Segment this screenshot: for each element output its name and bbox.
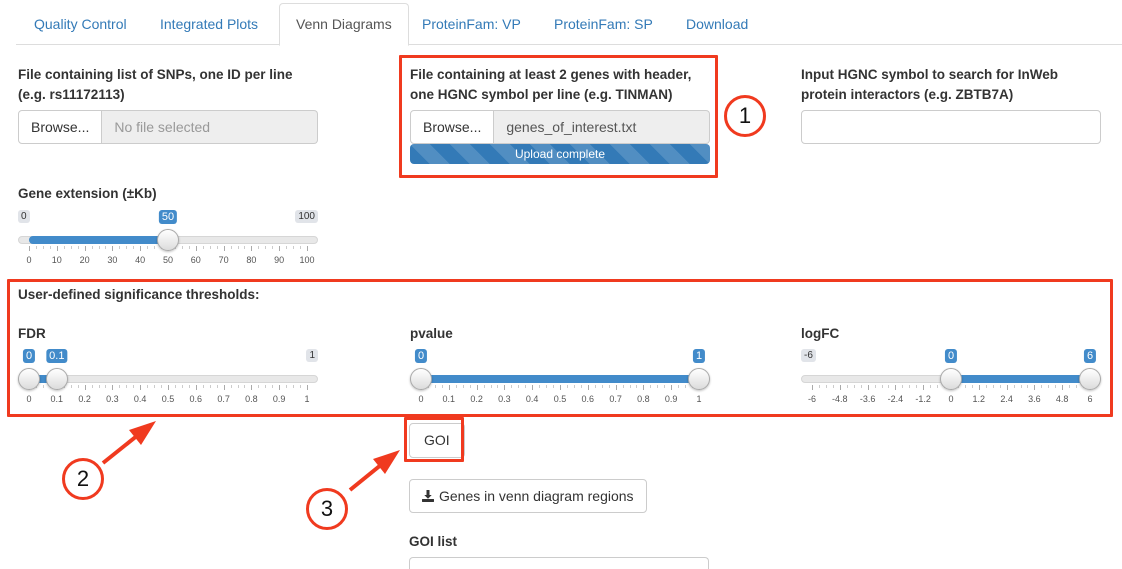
slider-tick-label: 10 — [51, 255, 62, 265]
snp-file-input: Browse... No file selected — [18, 110, 318, 144]
slider-tick — [251, 246, 253, 251]
slider-tick — [126, 246, 128, 249]
slider-tick — [42, 246, 44, 249]
snp-file-label-line2: (e.g. rs11172113) — [18, 87, 125, 102]
download-icon — [422, 481, 434, 513]
slider-tick — [293, 246, 295, 249]
slider-tick — [300, 246, 302, 249]
snp-file-label-line1: File containing list of SNPs, one ID per… — [18, 67, 293, 82]
slider-tick-label: 80 — [246, 255, 257, 265]
slider-selected-range — [29, 236, 168, 244]
hgnc-label: Input HGNC symbol to search for InWeb pr… — [801, 65, 1058, 105]
slider-tick — [230, 246, 232, 249]
slider-tick — [188, 246, 190, 249]
slider-tick — [112, 246, 114, 251]
annotation-circle-2: 2 — [62, 458, 104, 500]
slider-tick-label: 90 — [274, 255, 285, 265]
slider-tick-label: 100 — [299, 255, 315, 265]
download-genes-venn-button[interactable]: Genes in venn diagram regions — [409, 479, 647, 513]
hgnc-symbol-input[interactable] — [801, 110, 1101, 144]
slider-tick — [272, 246, 274, 249]
snp-browse-button[interactable]: Browse... — [18, 110, 103, 144]
slider-tick — [202, 246, 204, 249]
slider-tick — [216, 246, 218, 249]
tab-bar: Quality Control Integrated Plots Venn Di… — [16, 2, 1122, 46]
slider-tick — [154, 246, 156, 249]
tab-venn-diagrams[interactable]: Venn Diagrams — [279, 3, 409, 46]
slider-tick — [119, 246, 121, 249]
goi-list-label: GOI list — [409, 534, 458, 549]
download-button-label: Genes in venn diagram regions — [439, 488, 634, 504]
slider-tick-label: 20 — [79, 255, 90, 265]
slider-tick — [98, 246, 100, 249]
slider-tick — [77, 246, 79, 249]
slider-tick — [29, 246, 30, 251]
slider-tick — [223, 246, 225, 251]
arrow-2 — [101, 421, 156, 465]
slider-tick — [70, 246, 72, 249]
slider-tick — [140, 246, 142, 251]
slider-tick — [237, 246, 239, 249]
slider-tick — [195, 246, 197, 251]
slider-tick — [147, 246, 149, 249]
slider-min-label: 0 — [18, 210, 30, 223]
hgnc-label-line2: protein interactors (e.g. ZBTB7A) — [801, 87, 1014, 102]
slider-tick — [133, 246, 135, 249]
slider-tick-label: 30 — [107, 255, 118, 265]
slider-tick — [105, 246, 107, 249]
slider-tick — [258, 246, 260, 249]
annotation-circle-3: 3 — [306, 488, 348, 530]
slider-value-label: 50 — [158, 210, 178, 224]
tab-download[interactable]: Download — [670, 3, 764, 45]
slider-tick — [265, 246, 267, 249]
slider-tick — [56, 246, 58, 251]
slider-tick — [63, 246, 65, 249]
tab-proteinfam-sp[interactable]: ProteinFam: SP — [538, 3, 669, 45]
hgnc-label-line1: Input HGNC symbol to search for InWeb — [801, 67, 1059, 82]
tab-integrated-plots[interactable]: Integrated Plots — [144, 3, 274, 45]
slider-tick — [209, 246, 211, 249]
slider-tick — [286, 246, 288, 249]
highlight-box-thresholds — [7, 279, 1113, 417]
goi-list-box[interactable] — [409, 557, 709, 569]
gene-extension-slider[interactable]: 0 10 20 30 40 50 60 70 80 90 100 0 100 50 — [18, 210, 318, 270]
slider-tick-label: 60 — [190, 255, 201, 265]
slider-tick-label: 40 — [135, 255, 146, 265]
snp-file-name: No file selected — [102, 110, 318, 144]
slider-tick — [35, 246, 37, 249]
highlight-box-goi — [404, 417, 464, 462]
slider-tick — [244, 246, 246, 249]
annotation-circle-1: 1 — [724, 95, 766, 137]
slider-tick-label: 0 — [26, 255, 32, 265]
arrow-3 — [348, 450, 400, 492]
slider-tick-label: 50 — [162, 255, 174, 265]
slider-tick — [279, 246, 281, 251]
highlight-box-upload — [399, 55, 718, 178]
slider-tick — [181, 246, 183, 249]
tab-proteinfam-vp[interactable]: ProteinFam: VP — [406, 3, 537, 45]
tab-quality-control[interactable]: Quality Control — [18, 3, 143, 45]
gene-extension-label: Gene extension (±Kb) — [18, 186, 157, 201]
slider-max-label: 100 — [295, 210, 318, 223]
slider-tick — [84, 246, 86, 251]
slider-tick — [307, 246, 308, 251]
slider-tick — [49, 246, 51, 249]
slider-tick — [91, 246, 93, 249]
slider-tick-label: 70 — [218, 255, 229, 265]
slider-handle[interactable] — [157, 229, 179, 251]
snp-file-label: File containing list of SNPs, one ID per… — [18, 65, 293, 105]
